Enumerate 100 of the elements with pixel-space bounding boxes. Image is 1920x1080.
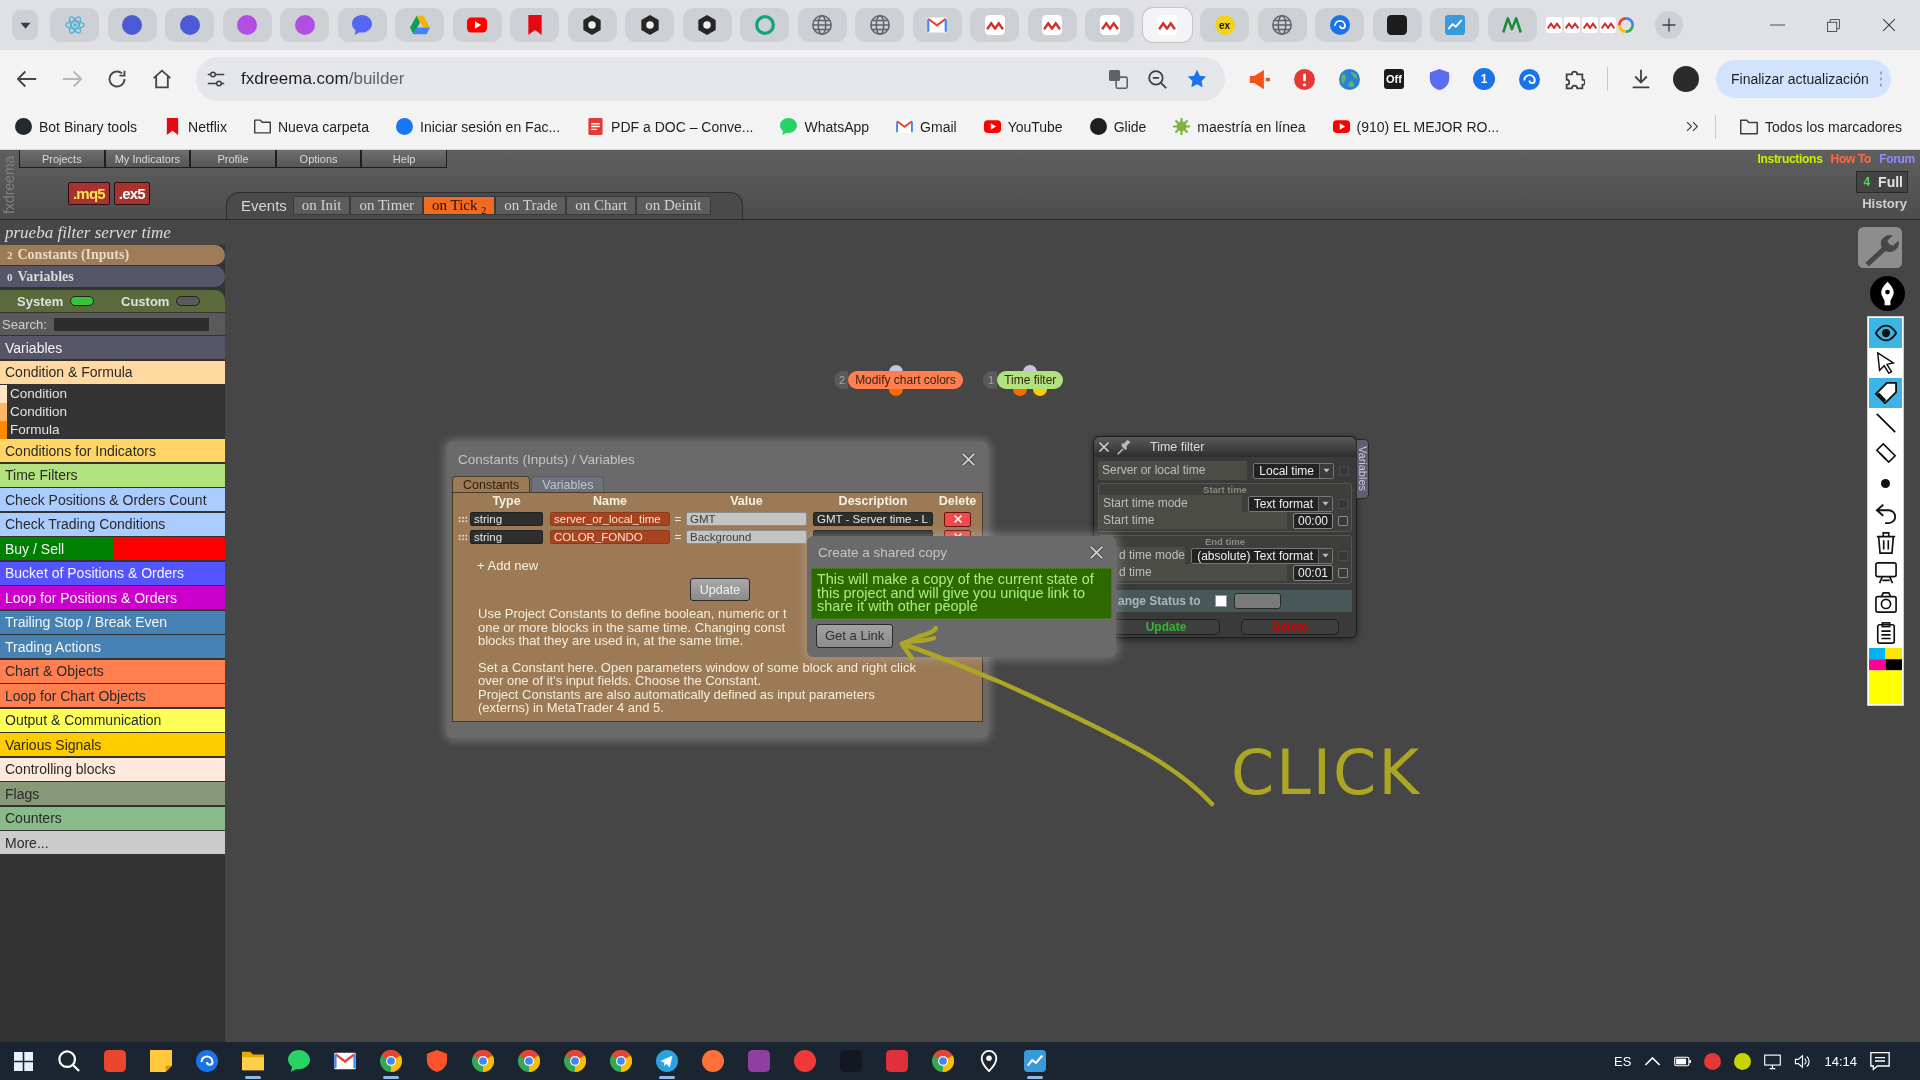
node-label[interactable]: Modify chart colors <box>848 371 963 389</box>
new-tab-button[interactable] <box>1655 11 1683 39</box>
checkbox[interactable] <box>1338 515 1348 526</box>
type-field[interactable]: string <box>470 512 543 526</box>
category-item[interactable]: Check Positions & Orders Count <box>0 488 225 511</box>
bookmark-item[interactable]: YouTube <box>975 114 1071 139</box>
toggle-switch[interactable] <box>176 296 201 306</box>
grip-icon[interactable] <box>458 515 468 523</box>
variables-section[interactable]: 0 Variables <box>0 266 225 287</box>
category-item[interactable]: Time Filters <box>0 463 225 487</box>
grip-icon[interactable] <box>458 533 468 541</box>
browser-tab[interactable] <box>567 8 617 42</box>
node-label[interactable]: Time filter <box>997 371 1064 389</box>
toggle-switch[interactable] <box>70 296 95 306</box>
tune-icon[interactable] <box>207 70 225 88</box>
export-button[interactable]: .ex5 <box>113 182 150 205</box>
bookmark-item[interactable]: WhatsApp <box>772 114 878 139</box>
close-button[interactable] <box>1098 441 1110 453</box>
delete-button[interactable] <box>944 511 971 527</box>
browser-tab[interactable] <box>625 8 674 42</box>
get-link-button[interactable]: Get a Link <box>816 623 894 648</box>
add-new-link[interactable]: + Add new <box>477 558 539 573</box>
event-tab[interactable]: on Timer <box>350 196 424 215</box>
category-subitem[interactable]: Formula <box>7 421 60 439</box>
star-icon[interactable] <box>1187 69 1207 89</box>
bookmark-item[interactable]: Iniciar sesión en Fac... <box>388 114 569 139</box>
menu-button[interactable]: Options <box>275 150 362 168</box>
address-bar[interactable]: fxdreema.com/builder <box>196 57 1225 101</box>
extension-button[interactable]: Off <box>1376 61 1412 97</box>
export-button[interactable]: .mq5 <box>68 182 110 205</box>
event-tab[interactable]: on Chart <box>566 196 637 215</box>
browser-tab[interactable] <box>682 8 732 42</box>
color-field[interactable] <box>1234 593 1281 609</box>
extension-button[interactable]: 1 <box>1466 61 1502 97</box>
category-item[interactable]: Counters <box>0 806 225 830</box>
menu-button[interactable]: Profile <box>190 150 276 168</box>
bookmark-item[interactable]: Bot Binary tools <box>7 114 146 139</box>
category-item[interactable]: Conditions for Indicators <box>0 439 225 462</box>
category-item[interactable]: Controlling blocks <box>0 757 225 781</box>
category-item[interactable]: Output & Communication <box>0 708 225 732</box>
time-field[interactable]: 00:01 <box>1292 564 1333 581</box>
select-field[interactable]: Text format <box>1247 495 1333 512</box>
category-item[interactable]: Condition & Formula <box>0 360 225 384</box>
close-button[interactable] <box>1089 544 1104 560</box>
clock-text[interactable]: 14:14 <box>1824 1053 1857 1069</box>
category-item[interactable]: Buy / Sell <box>0 537 225 560</box>
translate-icon[interactable] <box>1109 69 1128 89</box>
event-tab[interactable]: on Tick $_{2}$ <box>423 196 496 215</box>
category-item[interactable]: Loop for Positions & Orders <box>0 586 225 609</box>
category-item[interactable]: Variables <box>0 336 225 359</box>
category-item[interactable]: Chart & Objects <box>0 659 225 683</box>
name-field[interactable]: COLOR_FONDO <box>550 530 670 544</box>
select-field[interactable]: (absolute) Text format <box>1191 547 1333 564</box>
pen-button[interactable] <box>1870 276 1905 311</box>
bookmark-item[interactable]: Gmail <box>888 114 965 139</box>
category-subitem[interactable]: Condition <box>7 403 68 421</box>
tool-button[interactable] <box>1869 378 1902 408</box>
event-tab[interactable]: on Trade <box>495 196 567 215</box>
select-field[interactable]: Local time <box>1253 462 1334 479</box>
update-button[interactable]: Finalizar actualización <box>1716 60 1891 98</box>
checkbox[interactable] <box>1338 567 1348 578</box>
event-tab[interactable]: on Deinit <box>636 196 711 215</box>
dialog-tab[interactable]: Constants <box>452 476 531 492</box>
settings-button[interactable] <box>1858 227 1902 268</box>
url-text[interactable]: fxdreema.com/builder <box>241 69 1089 89</box>
circle-icon[interactable] <box>1734 1052 1752 1070</box>
tool-button[interactable] <box>1869 318 1902 348</box>
search-field[interactable] <box>53 317 209 331</box>
category-item[interactable]: Loop for Chart Objects <box>0 684 225 707</box>
time-field[interactable]: 00:00 <box>1292 512 1333 529</box>
category-subitem[interactable]: Condition <box>7 385 68 403</box>
more-bookmarks-button[interactable] <box>1686 120 1700 133</box>
bookmark-item[interactable]: PDF a DOC – Conve... <box>579 114 762 139</box>
checkbox[interactable] <box>1215 595 1227 607</box>
type-field[interactable]: string <box>470 530 543 544</box>
notification-icon[interactable] <box>1870 1051 1890 1071</box>
value-field[interactable]: GMT <box>686 512 807 526</box>
history-mode-button[interactable]: 4 Full <box>1856 171 1908 193</box>
monitor-icon[interactable] <box>1764 1052 1782 1070</box>
category-item[interactable]: More... <box>0 831 225 854</box>
menu-button[interactable]: Help <box>361 150 447 168</box>
variables-tab[interactable]: Variables <box>1356 439 1369 499</box>
category-item[interactable]: Check Trading Conditions <box>0 512 225 536</box>
bookmark-item[interactable]: (910) EL MEJOR RO... <box>1324 114 1508 139</box>
menu-button[interactable]: Projects <box>19 150 105 168</box>
category-item[interactable]: Trading Actions <box>0 635 225 658</box>
description-field[interactable]: GMT - Server time - L <box>813 512 933 526</box>
bookmark-item[interactable]: Netflix <box>156 114 235 139</box>
color-palette-icon[interactable] <box>1869 648 1902 704</box>
name-field[interactable]: server_or_local_time <box>550 512 670 526</box>
all-bookmarks-button[interactable]: Todos los marcadores <box>1732 113 1910 140</box>
value-field[interactable]: Background <box>686 530 807 544</box>
event-tab[interactable]: on Init <box>292 196 351 215</box>
category-item[interactable]: Trailing Stop / Break Even <box>0 610 225 634</box>
pushpin-icon[interactable] <box>1117 439 1133 455</box>
category-item[interactable]: Flags <box>0 782 225 805</box>
tab-search-button[interactable] <box>12 10 38 40</box>
bookmark-item[interactable]: maestría en línea <box>1165 114 1314 139</box>
category-item[interactable]: Various Signals <box>0 733 225 756</box>
language-indicator[interactable]: ES <box>1614 1053 1632 1069</box>
